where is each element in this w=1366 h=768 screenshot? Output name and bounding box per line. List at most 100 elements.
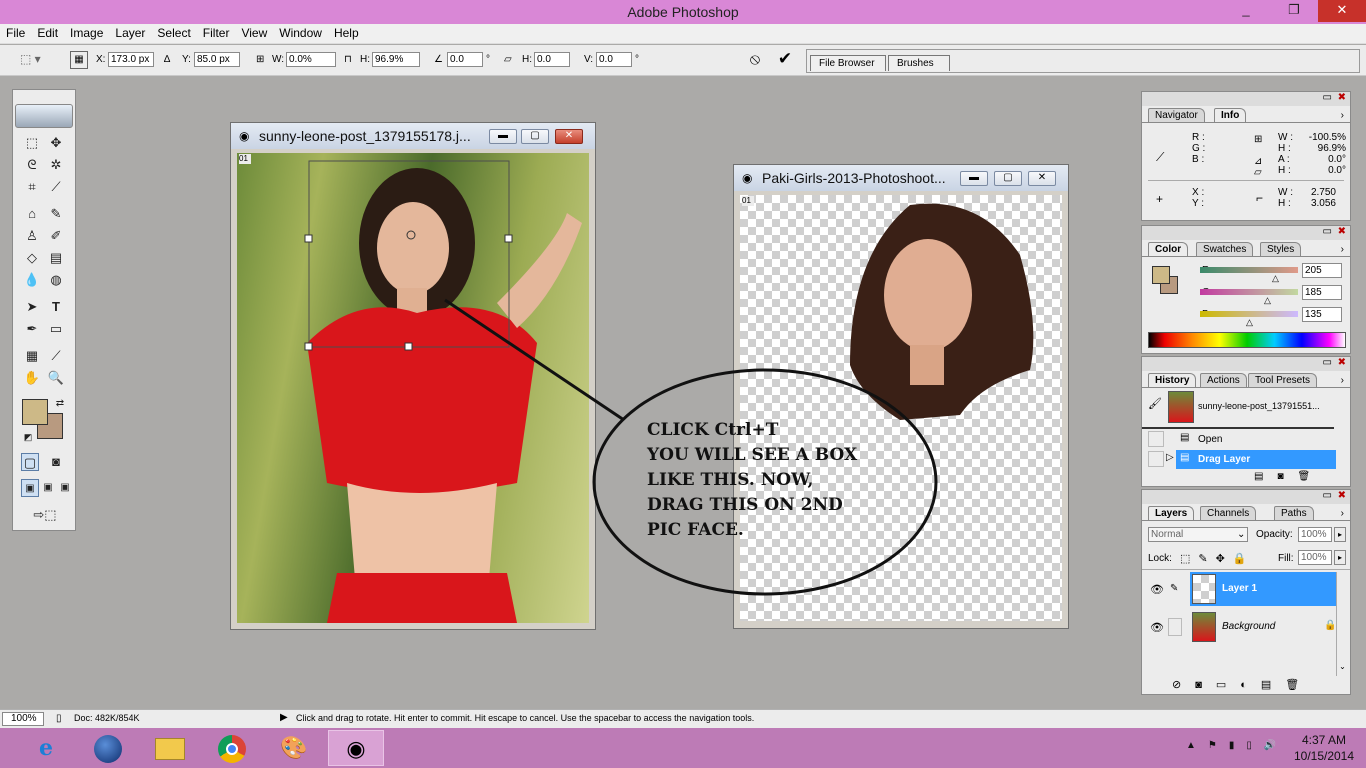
tab-history[interactable]: History bbox=[1148, 373, 1197, 388]
history-item-open[interactable]: ▤ Open bbox=[1146, 430, 1336, 449]
taskbar-clock[interactable]: 4:37 AM 10/15/2014 bbox=[1292, 732, 1356, 764]
tray-battery-icon[interactable]: ▮▯ bbox=[1229, 740, 1264, 751]
tab-styles[interactable]: Styles bbox=[1260, 242, 1302, 257]
snapshot-thumbnail bbox=[1168, 391, 1194, 423]
paint-icon[interactable]: 🎨 bbox=[266, 730, 322, 766]
color-r-field[interactable]: 205 bbox=[1302, 263, 1342, 278]
tab-swatches[interactable]: Swatches bbox=[1196, 242, 1254, 257]
r-slider-thumb[interactable]: △ bbox=[1272, 273, 1279, 284]
opacity-field[interactable]: 100% bbox=[1298, 527, 1332, 542]
visibility-eye-icon[interactable]: 👁 bbox=[1150, 583, 1164, 596]
palette-minimize-icon[interactable]: ▭ bbox=[1323, 490, 1332, 501]
chrome-icon[interactable] bbox=[204, 730, 260, 766]
transform-icons: ⊞ ⊿ ▱ bbox=[1254, 134, 1263, 178]
tab-actions[interactable]: Actions bbox=[1200, 373, 1247, 388]
palette-minimize-icon[interactable]: ▭ bbox=[1323, 226, 1332, 237]
tray-show-hidden-icon[interactable]: ▲ bbox=[1186, 740, 1208, 751]
fill-field[interactable]: 100% bbox=[1298, 550, 1332, 565]
taskbar: e 🎨 ◉ ▲⚑▮▯🔊 4:37 AM 10/15/2014 bbox=[0, 728, 1366, 768]
info-palette-header: ▭ ✖ bbox=[1142, 92, 1350, 106]
history-item-drag-layer[interactable]: ▷ ▤ Drag Layer bbox=[1146, 450, 1336, 469]
file-explorer-icon[interactable] bbox=[142, 730, 198, 766]
fill-slider-button[interactable]: ▸ bbox=[1334, 550, 1346, 565]
status-hint-text: Click and drag to rotate. Hit enter to c… bbox=[296, 713, 755, 723]
tab-layers[interactable]: Layers bbox=[1148, 506, 1195, 521]
opacity-slider-button[interactable]: ▸ bbox=[1334, 527, 1346, 542]
layers-palette-header: ▭ ✖ bbox=[1142, 490, 1350, 504]
color-b-field[interactable]: 135 bbox=[1302, 307, 1342, 322]
tab-channels[interactable]: Channels bbox=[1200, 506, 1257, 521]
g-slider-thumb[interactable]: △ bbox=[1264, 295, 1271, 306]
layer-row-background[interactable]: 👁 Background 🔒 bbox=[1146, 610, 1336, 644]
layer-1-name[interactable]: Layer 1 bbox=[1222, 583, 1257, 594]
tab-tool-presets[interactable]: Tool Presets bbox=[1248, 373, 1318, 388]
history-snapshot[interactable]: 🖌 sunny-leone-post_13791551... bbox=[1146, 391, 1334, 425]
palette-menu-icon[interactable]: › bbox=[1341, 375, 1344, 386]
system-tray-icons[interactable]: ▲⚑▮▯🔊 bbox=[1186, 740, 1288, 751]
g-slider-track[interactable] bbox=[1200, 289, 1298, 295]
palette-menu-icon[interactable]: › bbox=[1341, 508, 1344, 519]
palette-close-icon[interactable]: ✖ bbox=[1338, 92, 1346, 103]
media-globe-icon[interactable] bbox=[80, 730, 136, 766]
history-state-arrow-icon: ▷ bbox=[1166, 452, 1174, 463]
layer-row-layer-1[interactable]: 👁 ✎ Layer 1 bbox=[1146, 572, 1336, 606]
b-slider-thumb[interactable]: △ bbox=[1246, 317, 1253, 328]
snapshot-label: sunny-leone-post_13791551... bbox=[1198, 401, 1320, 411]
background-layer-name[interactable]: Background bbox=[1222, 621, 1275, 632]
tab-info[interactable]: Info bbox=[1214, 108, 1247, 123]
tray-flag-icon[interactable]: ⚑ bbox=[1208, 740, 1229, 751]
color-g-field[interactable]: 185 bbox=[1302, 285, 1342, 300]
tab-paths[interactable]: Paths bbox=[1274, 506, 1314, 521]
tray-volume-icon[interactable]: 🔊 bbox=[1264, 740, 1288, 751]
info-w2-value: 2.750 bbox=[1310, 187, 1336, 198]
history-palette-header: ▭ ✖ bbox=[1142, 357, 1350, 371]
visibility-eye-icon[interactable]: 👁 bbox=[1150, 621, 1164, 634]
info-w-value: -100.5% bbox=[1308, 132, 1346, 143]
status-bar: 100% ▯ Doc: 482K/854K ▶ Click and drag t… bbox=[0, 709, 1366, 728]
annotation-text: CLICK Ctrl+T YOU WILL SEE A BOX LIKE THI… bbox=[647, 420, 858, 540]
clock-date: 10/15/2014 bbox=[1293, 749, 1355, 763]
layers-palette: ▭ ✖ Layers Channels Paths › Normal ⌄ Opa… bbox=[1141, 489, 1351, 695]
doc-size-text: Doc: 482K/854K bbox=[74, 713, 140, 723]
tab-navigator[interactable]: Navigator bbox=[1148, 108, 1205, 123]
color-palette: ▭ ✖ Color Swatches Styles › R △ 205 G △ … bbox=[1141, 225, 1351, 354]
palette-menu-icon[interactable]: › bbox=[1341, 244, 1344, 255]
palette-menu-icon[interactable]: › bbox=[1341, 110, 1344, 121]
status-arrow-icon[interactable]: ▶ bbox=[280, 712, 288, 723]
opacity-label: Opacity: bbox=[1256, 529, 1293, 540]
layer-lock-icon: 🔒 bbox=[1324, 620, 1337, 631]
layers-footer-icons[interactable]: ⊘◙▭◐▤🗑 bbox=[1172, 678, 1313, 691]
color-palette-foreground-swatch[interactable] bbox=[1152, 266, 1170, 284]
lock-label: Lock: bbox=[1148, 553, 1172, 564]
info-x-label: X : bbox=[1192, 187, 1205, 198]
layer-brush-icon: ✎ bbox=[1170, 583, 1179, 594]
history-footer-icons[interactable]: ▤◙🗑 bbox=[1254, 471, 1324, 482]
info-g-label: G : bbox=[1192, 143, 1206, 154]
info-r-label: R : bbox=[1192, 132, 1205, 143]
zoom-field[interactable]: 100% bbox=[2, 712, 44, 726]
info-w-label: W : bbox=[1278, 132, 1293, 143]
blend-mode-select[interactable]: Normal bbox=[1148, 527, 1248, 542]
history-item-label: Drag Layer bbox=[1198, 454, 1251, 465]
color-spectrum-bar[interactable] bbox=[1148, 332, 1346, 348]
palette-close-icon[interactable]: ✖ bbox=[1338, 357, 1346, 368]
r-slider-track[interactable] bbox=[1200, 267, 1298, 273]
eyedropper-icon: ⟋ bbox=[1156, 150, 1165, 164]
color-palette-header: ▭ ✖ bbox=[1142, 226, 1350, 240]
tab-color[interactable]: Color bbox=[1148, 242, 1189, 257]
photoshop-taskbar-icon[interactable]: ◉ bbox=[328, 730, 384, 766]
layers-scrollbar[interactable]: ⌄ bbox=[1336, 572, 1348, 676]
palette-minimize-icon[interactable]: ▭ bbox=[1323, 357, 1332, 368]
info-a-label: A : bbox=[1278, 154, 1290, 165]
palette-minimize-icon[interactable]: ▭ bbox=[1323, 92, 1332, 103]
fill-label: Fill: bbox=[1278, 553, 1294, 564]
layer-1-thumbnail bbox=[1192, 574, 1216, 604]
lock-icons[interactable]: ⬚✎✥🔒 bbox=[1180, 552, 1255, 565]
background-thumbnail bbox=[1192, 612, 1216, 642]
internet-explorer-icon[interactable]: e bbox=[18, 730, 74, 766]
snapshot-brush-icon[interactable]: 🖌 bbox=[1148, 397, 1166, 415]
palette-close-icon[interactable]: ✖ bbox=[1338, 226, 1346, 237]
palette-close-icon[interactable]: ✖ bbox=[1338, 490, 1346, 501]
doc-info-icon[interactable]: ▯ bbox=[56, 713, 62, 724]
blend-mode-chevron-icon[interactable]: ⌄ bbox=[1237, 529, 1245, 540]
